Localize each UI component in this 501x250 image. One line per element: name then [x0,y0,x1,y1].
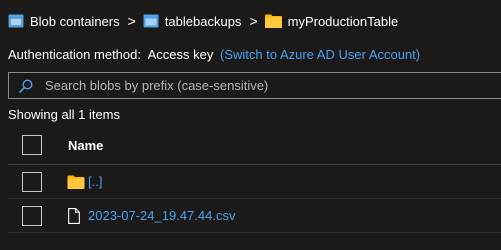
breadcrumb: Blob containers > tablebackups > myProdu… [8,11,398,31]
file-icon [67,207,85,224]
column-header-name[interactable]: Name [68,138,103,153]
blob-container-icon [143,14,159,28]
auth-label: Authentication method: [8,47,141,62]
auth-value: Access key [147,47,214,62]
breadcrumb-separator: > [127,13,136,29]
items-count-status: Showing all 1 items [8,107,120,122]
table-header-row: Name [8,126,501,165]
folder-icon [67,174,85,190]
blob-container-icon [8,14,24,28]
breadcrumb-item-blob-containers[interactable]: Blob containers [8,14,120,29]
row-checkbox[interactable] [22,171,42,192]
breadcrumb-separator: > [249,13,258,29]
breadcrumb-label: Blob containers [30,13,120,29]
blob-name-link[interactable]: 2023-07-24_19.47.44.csv [88,208,235,223]
table-row[interactable]: 2023-07-24_19.47.44.csv [8,199,501,233]
search-icon [19,78,33,93]
select-all-checkbox[interactable] [22,135,42,155]
parent-directory-link[interactable]: [..] [88,174,102,189]
search-input[interactable] [45,78,501,93]
folder-icon [264,14,282,28]
search-box[interactable] [8,72,501,99]
table-row[interactable]: [..] [8,165,501,199]
switch-auth-link[interactable]: (Switch to Azure AD User Account) [220,47,420,62]
breadcrumb-label: myProductionTable [287,13,399,29]
breadcrumb-item-tablebackups[interactable]: tablebackups [143,13,242,29]
breadcrumb-item-myproductiontable[interactable]: myProductionTable [264,13,399,29]
blob-list: Name [..] 2023-07-24_19.47.44.csv [8,126,501,233]
authentication-method-row: Authentication method: Access key (Switc… [8,47,420,62]
breadcrumb-label: tablebackups [164,13,242,29]
row-checkbox[interactable] [22,205,42,226]
